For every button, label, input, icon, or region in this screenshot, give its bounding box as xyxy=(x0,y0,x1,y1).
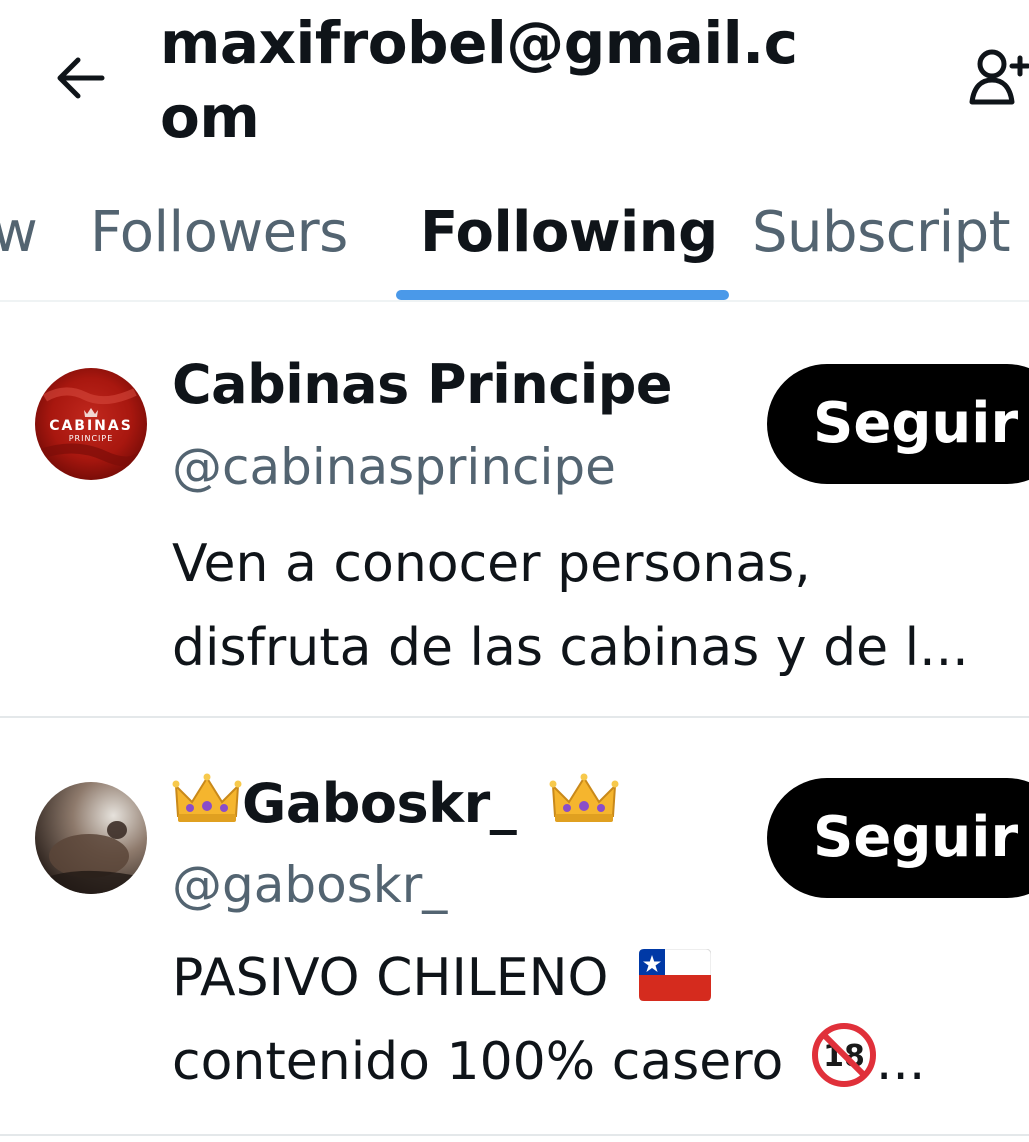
top-bar: maxifrobel@gmail.com xyxy=(0,0,1029,170)
crown-icon xyxy=(549,773,619,822)
arrow-left-icon xyxy=(57,57,105,99)
bio-line-text: PASIVO CHILENO xyxy=(172,948,609,1008)
tab-following[interactable]: Following xyxy=(420,198,718,268)
active-tab-indicator xyxy=(396,290,729,300)
follow-button[interactable]: Seguir xyxy=(767,778,1029,898)
bio-line: PASIVO CHILENO xyxy=(172,936,1029,1020)
tab-bar: w Followers Following Subscript xyxy=(0,176,1029,302)
avatar[interactable]: CABINAS PRINCIPE xyxy=(35,368,147,480)
user-handle: @cabinasprincipe xyxy=(172,438,616,496)
avatar-logo-text: CABINAS xyxy=(49,418,133,434)
bio-line: disfruta de las cabinas y de l... xyxy=(172,618,969,678)
chile-flag-icon xyxy=(639,949,711,1001)
bio-line: contenido 100% casero 18 ... xyxy=(172,1020,1029,1104)
bio-truncation: ... xyxy=(875,1032,926,1092)
avatar-logo-subtext: PRINCIPE xyxy=(69,434,114,443)
user-display-name[interactable]: Gaboskr_ xyxy=(172,770,619,837)
follow-button[interactable]: Seguir xyxy=(767,364,1029,484)
crown-icon xyxy=(172,773,242,822)
tab-partial[interactable]: w xyxy=(0,198,38,268)
bio-line-text: contenido 100% casero xyxy=(172,1032,784,1092)
add-user-icon xyxy=(969,49,1029,105)
back-button[interactable] xyxy=(50,48,110,108)
no-under-18-icon: 18 xyxy=(811,1023,876,1087)
bio-line: Ven a conocer personas, xyxy=(172,534,811,594)
list-item[interactable]: Gaboskr_ @gaboskr_ PASIVO CHILENO conten… xyxy=(0,718,1029,1136)
user-handle: @gaboskr_ xyxy=(172,856,448,914)
user-bio: PASIVO CHILENO contenido 100% casero 18 … xyxy=(172,936,1029,1104)
page-title: maxifrobel@gmail.com xyxy=(160,9,798,151)
following-screen: maxifrobel@gmail.com w Followers Followi… xyxy=(0,0,1029,1142)
avatar[interactable] xyxy=(35,782,147,894)
list-item[interactable]: CABINAS PRINCIPE Cabinas Principe @cabin… xyxy=(0,302,1029,718)
tab-followers[interactable]: Followers xyxy=(90,198,348,268)
user-name-text: Gaboskr_ xyxy=(242,772,517,835)
user-bio: Ven a conocer personas, disfruta de las … xyxy=(172,522,1029,690)
add-user-button[interactable] xyxy=(962,40,1029,120)
user-display-name[interactable]: Cabinas Principe xyxy=(172,352,673,418)
tab-subscriptions[interactable]: Subscript xyxy=(752,198,1011,268)
